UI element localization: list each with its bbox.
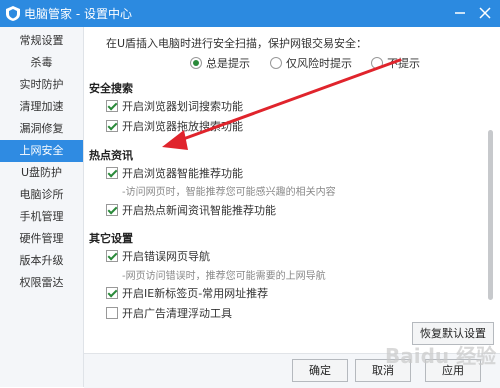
close-icon[interactable]: [475, 3, 495, 23]
sidebar-item-web-security[interactable]: 上网安全: [0, 140, 83, 162]
sidebar-item-upgrade[interactable]: 版本升级: [0, 250, 83, 272]
checkbox-smart-recommend-label: 开启浏览器智能推荐功能: [122, 167, 243, 180]
baidu-watermark: Baidu 经验: [385, 344, 497, 368]
radio-never-label: 不提示: [387, 57, 420, 70]
sidebar-item-cleanup[interactable]: 清理加速: [0, 96, 83, 118]
radio-always-label: 总是提示: [206, 57, 250, 70]
sidebar-item-general[interactable]: 常规设置: [0, 30, 83, 52]
checkbox-ie-newtab-label: 开启IE新标签页-常用网址推荐: [122, 287, 269, 300]
sidebar-item-vuln[interactable]: 漏洞修复: [0, 118, 83, 140]
checkbox-smart-recommend[interactable]: [106, 167, 118, 179]
scrollbar-thumb[interactable]: [488, 130, 493, 300]
checkbox-drag-search[interactable]: [106, 120, 118, 132]
radio-never[interactable]: [371, 57, 383, 69]
checkbox-error-nav-label: 开启错误网页导航: [122, 250, 210, 263]
checkbox-hot-news-label: 开启热点新闻资讯智能推荐功能: [122, 204, 276, 217]
section-title-hot-info: 热点资讯: [89, 149, 133, 162]
title-bar: 电脑管家 - 设置中心: [0, 0, 500, 27]
minimize-icon[interactable]: [450, 3, 470, 23]
sidebar-item-clinic[interactable]: 电脑诊所: [0, 184, 83, 206]
checkbox-hot-news[interactable]: [106, 204, 118, 216]
section-title-safe-search: 安全搜索: [89, 82, 133, 95]
sidebar-item-realtime[interactable]: 实时防护: [0, 74, 83, 96]
app-logo-icon: [6, 6, 20, 21]
checkbox-error-nav[interactable]: [106, 250, 118, 262]
sidebar-item-antivirus[interactable]: 杀毒: [0, 52, 83, 74]
checkbox-drag-search-label: 开启浏览器拖放搜索功能: [122, 120, 243, 133]
checkbox-ie-newtab[interactable]: [106, 287, 118, 299]
checkbox-selection-search[interactable]: [106, 100, 118, 112]
checkbox-ad-clean-tool-label: 开启广告清理浮动工具: [122, 307, 232, 320]
sidebar-item-phone[interactable]: 手机管理: [0, 206, 83, 228]
radio-always[interactable]: [190, 57, 202, 69]
checkbox-selection-search-label: 开启浏览器划词搜索功能: [122, 100, 243, 113]
sidebar-item-hardware[interactable]: 硬件管理: [0, 228, 83, 250]
ok-button[interactable]: 确定: [292, 359, 348, 382]
usb-description: 在U盾插入电脑时进行安全扫描，保护网银交易安全：: [106, 37, 368, 50]
sidebar: 常规设置 杀毒 实时防护 清理加速 漏洞修复 上网安全 U盘防护 电脑诊所 手机…: [0, 27, 84, 387]
error-nav-hint: -网页访问错误时，推荐您可能需要的上网导航: [122, 271, 326, 282]
sidebar-item-usb[interactable]: U盘防护: [0, 162, 83, 184]
radio-risk-only[interactable]: [270, 57, 282, 69]
settings-panel: 在U盾插入电脑时进行安全扫描，保护网银交易安全： 总是提示 仅风险时提示 不提示…: [84, 27, 500, 387]
checkbox-ad-clean-tool[interactable]: [106, 307, 118, 319]
smart-recommend-hint: -访问网页时，智能推荐您可能感兴趣的相关内容: [122, 187, 336, 198]
section-title-other: 其它设置: [89, 232, 133, 245]
radio-risk-only-label: 仅风险时提示: [286, 57, 352, 70]
window-title: 电脑管家 - 设置中心: [24, 7, 132, 21]
sidebar-item-permission[interactable]: 权限雷达: [0, 272, 83, 294]
